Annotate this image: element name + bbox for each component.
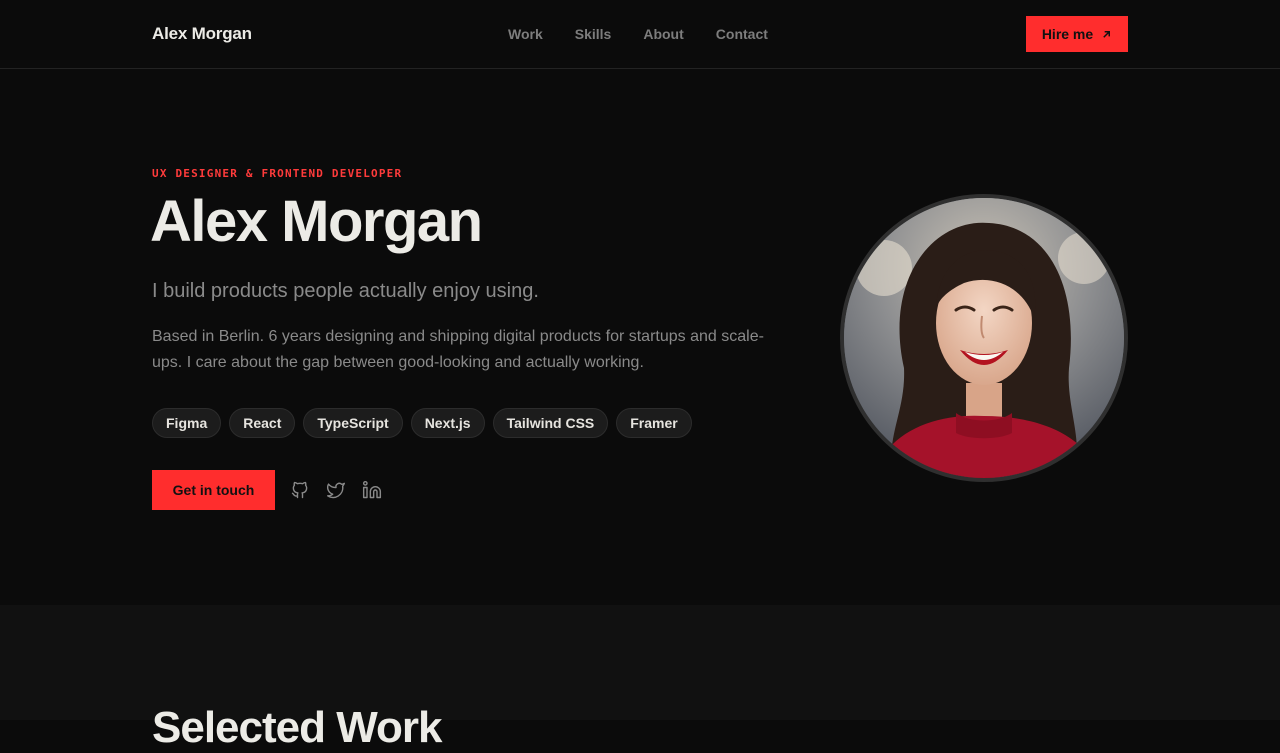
social-links [290,480,382,500]
profile-avatar [840,194,1128,482]
profile-photo [844,198,1124,478]
nav-links: Work Skills About Contact [508,26,800,42]
arrow-up-right-icon [1103,30,1111,38]
hero-title: Alex Morgan [150,189,483,254]
nav-link-about[interactable]: About [643,26,683,42]
nav-link-skills[interactable]: Skills [575,26,612,42]
skill-chip-tailwind: Tailwind CSS [492,408,609,438]
twitter-icon[interactable] [326,480,346,500]
selected-work-section: Selected Work [0,605,1280,752]
skill-chip-nextjs: Next.js [410,408,485,438]
selected-work-title: Selected Work [152,703,442,752]
skill-chip-framer: Framer [616,408,692,438]
nav-link-work[interactable]: Work [508,26,543,42]
skill-chip-figma: Figma [152,408,222,438]
skill-chip-react: React [229,408,296,438]
skill-chip-typescript: TypeScript [303,408,403,438]
get-in-touch-button[interactable]: Get in touch [152,470,275,510]
skill-chips: Figma React TypeScript Next.js Tailwind … [152,408,692,438]
hero-eyebrow: UX DESIGNER & FRONTEND DEVELOPER [152,167,403,180]
github-icon[interactable] [290,480,310,500]
hero-tagline: I build products people actually enjoy u… [152,280,539,302]
top-navbar: Alex Morgan Work Skills About Contact Hi… [0,0,1280,69]
nav-link-contact[interactable]: Contact [716,26,768,42]
hire-me-label: Hire me [1041,26,1094,42]
hero-section: UX DESIGNER & FRONTEND DEVELOPER Alex Mo… [0,69,1280,605]
hero-bio: Based in Berlin. 6 years designing and s… [152,328,764,371]
linkedin-icon[interactable] [362,480,382,500]
hire-me-button[interactable]: Hire me [1026,16,1128,52]
brand-logo[interactable]: Alex Morgan [152,24,252,44]
